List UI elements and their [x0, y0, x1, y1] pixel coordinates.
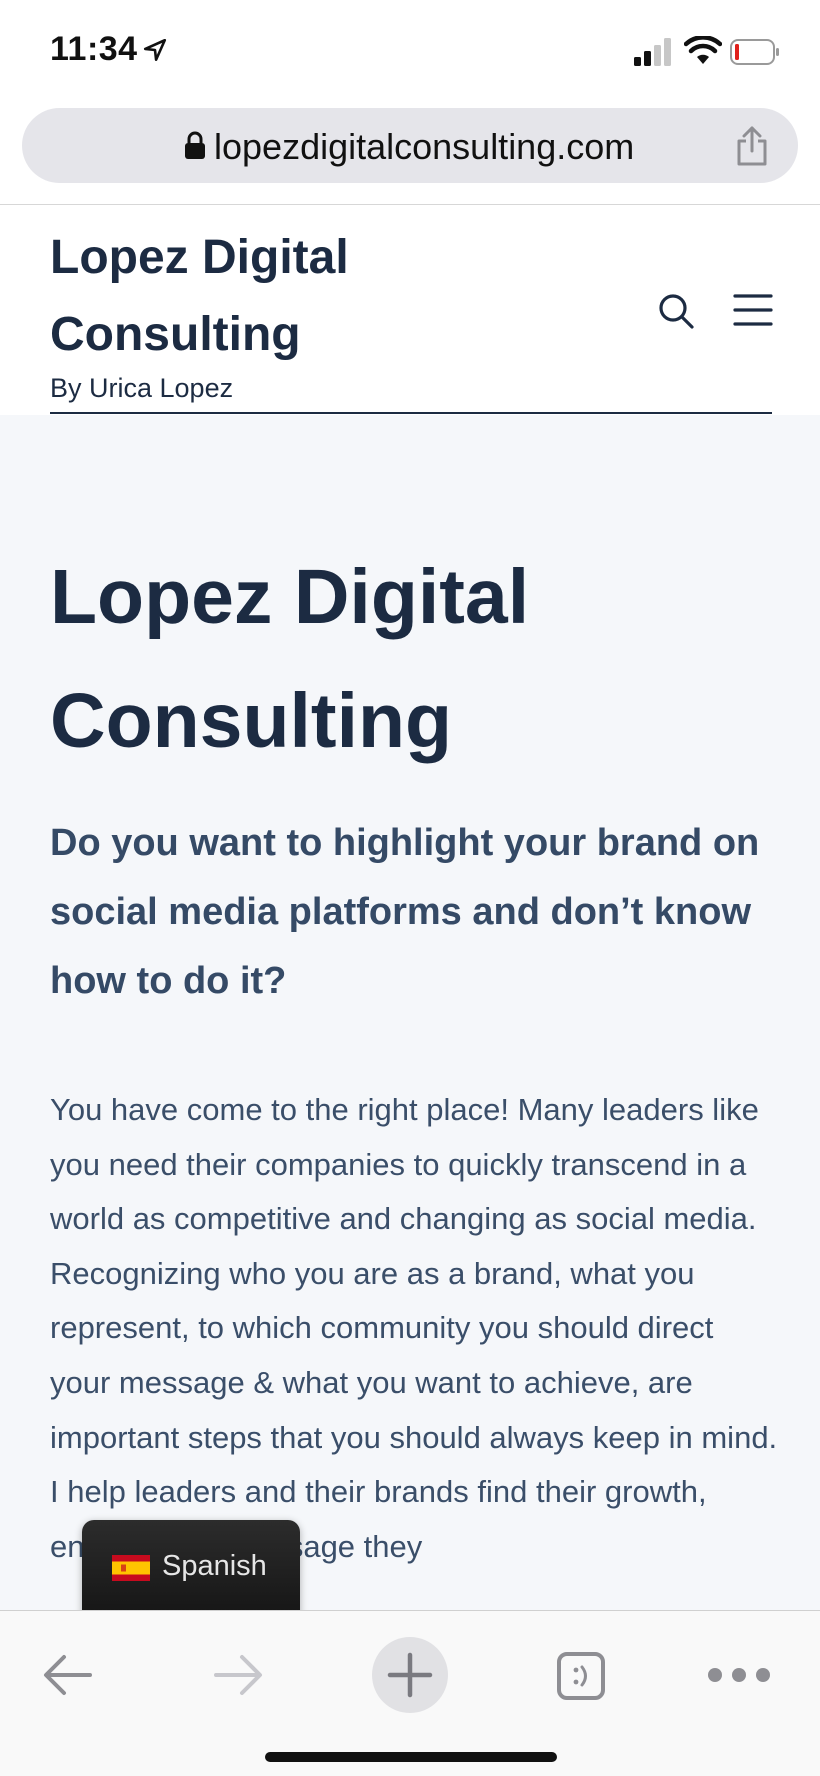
spain-flag-icon: [112, 1555, 150, 1581]
search-icon[interactable]: [656, 291, 696, 331]
language-label: Spanish: [162, 1550, 267, 1582]
header-divider: [50, 412, 772, 414]
new-tab-button[interactable]: [372, 1637, 448, 1713]
tabs-icon[interactable]: [556, 1651, 606, 1701]
page-title: Lopez Digital Consulting: [50, 554, 530, 764]
back-arrow-icon[interactable]: [42, 1653, 94, 1697]
status-time: 11:34: [50, 30, 138, 68]
hamburger-menu-icon[interactable]: [733, 293, 773, 327]
status-bar: 11:34: [0, 0, 820, 100]
share-icon[interactable]: [732, 124, 772, 166]
page-subheading: Do you want to highlight your brand on s…: [50, 822, 760, 1002]
page-body-paragraph: You have come to the right place! Many l…: [50, 1092, 778, 1564]
home-indicator[interactable]: [265, 1752, 557, 1762]
wifi-icon: [684, 36, 722, 64]
lock-icon: [185, 131, 205, 159]
address-bar[interactable]: lopezdigitalconsulting.com: [22, 108, 798, 183]
cellular-signal-icon: [634, 38, 671, 66]
language-switcher[interactable]: Spanish: [82, 1520, 300, 1620]
site-header: Lopez Digital Consulting By Urica Lopez: [0, 205, 820, 415]
location-arrow-icon: [143, 38, 167, 62]
more-dots-icon[interactable]: [706, 1665, 772, 1685]
site-title[interactable]: Lopez Digital Consulting: [50, 219, 510, 373]
battery-low-icon: [730, 39, 779, 65]
main-content: Lopez Digital Consulting Do you want to …: [0, 415, 820, 1610]
plus-icon: [387, 1652, 433, 1698]
url-text[interactable]: lopezdigitalconsulting.com: [214, 126, 634, 168]
forward-arrow-icon[interactable]: [212, 1653, 264, 1697]
site-byline: By Urica Lopez: [50, 373, 234, 403]
